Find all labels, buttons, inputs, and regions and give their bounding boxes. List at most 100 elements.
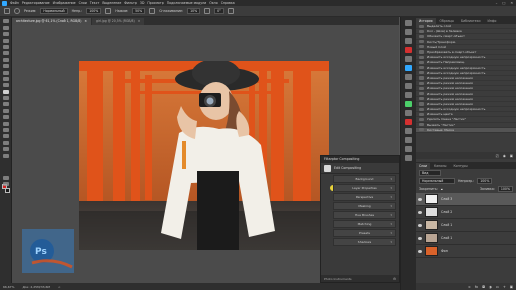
folder-icon[interactable]: ▭ <box>496 285 499 289</box>
smoothing-field[interactable]: 10% <box>187 8 201 14</box>
airbrush-icon[interactable] <box>149 8 156 14</box>
quick-select-tool-icon[interactable] <box>3 38 9 43</box>
tab-girl[interactable]: girl.jpg @ 20,5% (RGB/8) × <box>92 18 145 25</box>
menu-view[interactable]: Просмотр <box>147 1 163 5</box>
blend-mode-select[interactable]: Нормальный <box>419 178 455 184</box>
tab-info[interactable]: Инфо <box>484 18 499 24</box>
eraser-tool-icon[interactable] <box>3 89 9 94</box>
mask-icon[interactable]: ◘ <box>482 285 485 289</box>
gear-icon[interactable]: ⚙ <box>393 277 396 281</box>
brush-panel-icon[interactable] <box>405 101 412 107</box>
plugin-row-masking[interactable]: Masking ▾ <box>333 202 396 210</box>
pressure-opacity-icon[interactable] <box>105 8 112 14</box>
gear-icon[interactable] <box>204 8 211 14</box>
fill-field[interactable]: 100% <box>497 186 513 192</box>
symmetry-icon[interactable] <box>227 8 234 14</box>
plugin-row-perspective[interactable]: Perspective ▾ <box>333 193 396 201</box>
menu-plugins[interactable]: Подключаемые модули <box>167 1 206 5</box>
history-item-selected[interactable]: Кистевые: Маска <box>416 127 516 133</box>
pen-tool-icon[interactable] <box>3 115 9 120</box>
crop-tool-icon[interactable] <box>3 44 9 49</box>
channels-panel-icon[interactable] <box>405 119 412 125</box>
doc-size[interactable]: Док: 2,25M/33,6M <box>22 285 50 289</box>
screen-mode-icon[interactable] <box>3 181 9 186</box>
menu-help[interactable]: Справка <box>221 1 235 5</box>
adjustment-icon[interactable]: ◑ <box>489 285 492 289</box>
close-icon[interactable]: × <box>84 18 87 25</box>
opacity-field[interactable]: 100% <box>86 8 102 14</box>
libraries-panel-icon[interactable] <box>405 92 412 98</box>
path-select-tool-icon[interactable] <box>3 128 9 133</box>
menu-file[interactable]: Файл <box>10 1 19 5</box>
tab-architecture[interactable]: architecture.jpg @ 61,1% (Слой 1, RGB/8)… <box>12 18 92 25</box>
minimize-icon[interactable]: – <box>496 1 498 5</box>
plugin-row-presets[interactable]: Presets ▾ <box>333 229 396 237</box>
new-layer-icon[interactable]: + <box>503 285 506 289</box>
lasso-tool-icon[interactable] <box>3 32 9 37</box>
eye-icon[interactable] <box>418 210 422 214</box>
layer-row[interactable]: Слой 1 <box>416 232 516 245</box>
fx-icon[interactable]: fx <box>475 285 478 289</box>
swatches-panel-icon[interactable] <box>405 47 412 53</box>
trash-icon[interactable]: ▣ <box>510 154 513 158</box>
lock-icon[interactable]: 🔒︎ <box>441 187 443 191</box>
color-panel-icon[interactable] <box>405 38 412 44</box>
angle-field[interactable]: 0° <box>214 8 224 14</box>
quick-mask-icon[interactable] <box>3 175 9 180</box>
healing-tool-icon[interactable] <box>3 64 9 69</box>
eye-icon[interactable] <box>418 223 422 227</box>
layer-filter-select[interactable]: Вид <box>419 170 441 176</box>
plugin-row-shadows[interactable]: Shadows ▾ <box>333 238 396 246</box>
plugin-row-layer-properties[interactable]: Layer Properties ▾ <box>333 184 396 192</box>
tab-history[interactable]: История <box>416 18 436 24</box>
background-color-swatch[interactable] <box>5 188 10 193</box>
glyphs-panel-icon[interactable] <box>405 128 412 134</box>
type-tool-icon[interactable] <box>3 121 9 126</box>
brush-tool-icon[interactable] <box>3 70 9 75</box>
tab-paths[interactable]: Контуры <box>450 163 470 169</box>
history-brush-tool-icon[interactable] <box>3 83 9 88</box>
dodge-tool-icon[interactable] <box>3 108 9 113</box>
history-panel-icon[interactable] <box>405 20 412 26</box>
tab-layers[interactable]: Слои <box>416 163 431 169</box>
link-icon[interactable]: ∞ <box>468 285 471 289</box>
layer-row[interactable]: Слой 2 <box>416 206 516 219</box>
layer-opacity-field[interactable]: 100% <box>477 178 493 184</box>
camera-icon[interactable]: ◉ <box>503 154 506 158</box>
menu-select[interactable]: Выделение <box>102 1 121 5</box>
eraser-tool-icon[interactable] <box>4 8 10 14</box>
status-arrow-icon[interactable]: < <box>58 285 61 289</box>
shape-tool-icon[interactable] <box>3 134 9 139</box>
close-icon[interactable]: ✕ <box>510 1 513 5</box>
timeline-panel-icon[interactable] <box>405 155 412 161</box>
gradient-tool-icon[interactable] <box>3 96 9 101</box>
tab-swatches[interactable]: Образцы <box>437 18 457 24</box>
close-icon[interactable]: × <box>138 18 141 25</box>
new-snapshot-icon[interactable]: ◰ <box>496 154 499 158</box>
flow-field[interactable]: 50% <box>132 8 146 14</box>
menu-edit[interactable]: Редактирование <box>22 1 50 5</box>
tab-channels[interactable]: Каналы <box>431 163 449 169</box>
menu-3d[interactable]: 3D <box>140 1 144 5</box>
eye-icon[interactable] <box>418 249 422 253</box>
move-tool-icon[interactable] <box>3 19 9 24</box>
more-tools-icon[interactable] <box>3 153 9 158</box>
maximize-icon[interactable]: □ <box>502 1 505 5</box>
info-panel-icon[interactable] <box>405 137 412 143</box>
stamp-tool-icon[interactable] <box>3 76 9 81</box>
layer-row[interactable]: Фон <box>416 245 516 258</box>
properties-panel-icon[interactable] <box>405 83 412 89</box>
menu-layers[interactable]: Слои <box>79 1 87 5</box>
hand-tool-icon[interactable] <box>3 140 9 145</box>
zoom-level[interactable]: 66,67% <box>3 285 14 289</box>
plugin-row-background[interactable]: Background ▾ <box>333 175 396 183</box>
eye-icon[interactable] <box>418 236 422 240</box>
blur-tool-icon[interactable] <box>3 102 9 107</box>
paths-panel-icon[interactable] <box>405 110 412 116</box>
actions-panel-icon[interactable] <box>405 29 412 35</box>
adjustments-panel-icon[interactable] <box>405 56 412 62</box>
eye-icon[interactable] <box>418 197 422 201</box>
plugin-row-hue-brushes[interactable]: Hue Brushes ▾ <box>333 211 396 219</box>
menu-type[interactable]: Текст <box>90 1 99 5</box>
trash-icon[interactable]: ▣ <box>510 285 513 289</box>
